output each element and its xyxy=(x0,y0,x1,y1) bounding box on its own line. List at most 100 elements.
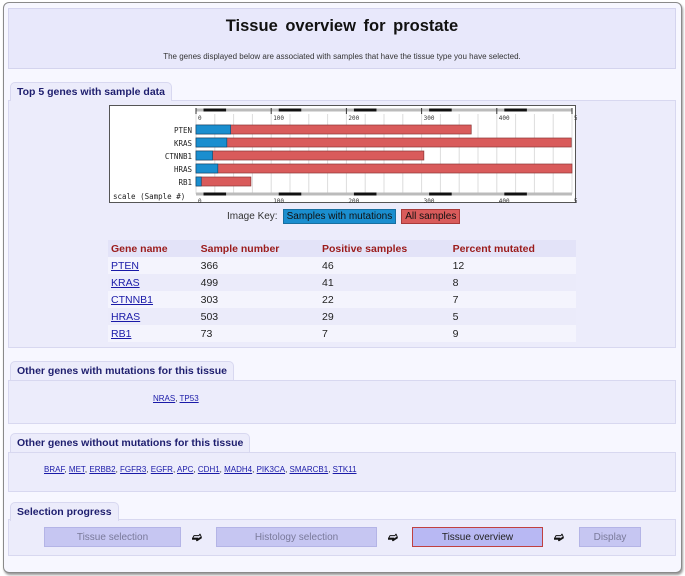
gene-link-cdh1[interactable]: CDH1 xyxy=(198,465,220,474)
category-label: RB1 xyxy=(178,178,192,187)
bar-all-samples xyxy=(195,137,572,148)
gene-link-hras[interactable]: HRAS xyxy=(111,311,140,323)
top-tick-label: 500 xyxy=(574,115,577,122)
header-gene-name: Gene name xyxy=(108,240,198,257)
bar-samples-with-mutations xyxy=(195,137,228,148)
double-arrow-right-icon: ➫ xyxy=(554,530,565,544)
bar-all-samples xyxy=(195,176,252,187)
gene-cell: PTEN xyxy=(108,257,198,274)
step-label: Histology selection xyxy=(254,531,339,543)
positive-samples-cell: 7 xyxy=(319,325,450,342)
gene-link-erbb2[interactable]: ERBB2 xyxy=(89,465,115,474)
image-key: Image Key: Samples with mutations All sa… xyxy=(227,209,461,224)
double-arrow-right-icon: ➫ xyxy=(388,530,399,544)
key-all-swatch: All samples xyxy=(401,209,461,224)
bottom-tick-label: 0 xyxy=(198,198,202,204)
percent-mutated-cell: 9 xyxy=(449,325,576,342)
bottom-tick-label: 100 xyxy=(273,198,284,204)
sample-bar-chart: 0 0 100 100 200 200 300 300 400 400 500 500 PTEN KRAS… xyxy=(109,105,577,204)
category-label: CTNNB1 xyxy=(165,152,192,161)
category-label: HRAS xyxy=(174,165,193,174)
step-display[interactable]: Display xyxy=(579,527,641,547)
positive-samples-cell: 29 xyxy=(319,308,450,325)
gene-link-rb1[interactable]: RB1 xyxy=(111,328,131,340)
percent-mutated-cell: 8 xyxy=(449,274,576,291)
table-row: KRAS 499 41 8 xyxy=(108,274,576,291)
bar-samples-with-mutations xyxy=(195,163,219,174)
genes-table: Gene name Sample number Positive samples… xyxy=(108,240,576,342)
gene-link-nras[interactable]: NRAS xyxy=(153,394,175,403)
gene-link-egfr[interactable]: EGFR xyxy=(151,465,173,474)
step-label: Tissue overview xyxy=(441,531,514,543)
bottom-tick-label: 200 xyxy=(348,198,359,204)
bar-all-samples xyxy=(195,124,472,135)
top-tick-label: 400 xyxy=(499,115,510,122)
bar-all-samples xyxy=(195,163,573,174)
gene-cell: RB1 xyxy=(108,325,198,342)
bar-samples-with-mutations xyxy=(195,176,202,187)
category-label: PTEN xyxy=(174,126,192,135)
gene-link-fgfr3[interactable]: FGFR3 xyxy=(120,465,146,474)
gene-link-tp53[interactable]: TP53 xyxy=(180,394,199,403)
sample-number-cell: 73 xyxy=(197,325,319,342)
gene-link-apc[interactable]: APC xyxy=(177,465,193,474)
gene-link-ctnnb1[interactable]: CTNNB1 xyxy=(111,294,153,306)
step-histology-selection[interactable]: Histology selection xyxy=(216,527,377,547)
bar-all-samples xyxy=(195,150,425,161)
gene-link-met[interactable]: MET xyxy=(69,465,85,474)
bottom-tick-label: 300 xyxy=(424,198,435,204)
x-axis-label: scale (Sample #) xyxy=(113,192,185,201)
percent-mutated-cell: 7 xyxy=(449,291,576,308)
percent-mutated-cell: 5 xyxy=(449,308,576,325)
positive-samples-cell: 41 xyxy=(319,274,450,291)
sample-number-cell: 303 xyxy=(197,291,319,308)
other-without-links: BRAF, MET, ERBB2, FGFR3, EGFR, APC, CDH1… xyxy=(44,465,357,474)
table-header-row: Gene name Sample number Positive samples… xyxy=(108,240,576,257)
page-subtitle: The genes displayed below are associated… xyxy=(163,52,521,61)
gene-link-smarcb1[interactable]: SMARCB1 xyxy=(290,465,329,474)
page-title: Tissue overview for prostate xyxy=(225,17,459,35)
gene-link-pten[interactable]: PTEN xyxy=(111,260,139,272)
key-mutations-swatch: Samples with mutations xyxy=(282,209,397,224)
top-tick-label: 300 xyxy=(424,115,435,122)
table-row: PTEN 366 46 12 xyxy=(108,257,576,274)
gene-cell: CTNNB1 xyxy=(108,291,198,308)
top-tick-label: 100 xyxy=(273,115,284,122)
sample-number-cell: 503 xyxy=(197,308,319,325)
bottom-tick-label: 500 xyxy=(574,198,577,204)
other-with-panel xyxy=(8,380,676,424)
image-key-label: Image Key: xyxy=(227,211,278,222)
gene-cell: HRAS xyxy=(108,308,198,325)
gene-link-stk11[interactable]: STK11 xyxy=(333,465,357,474)
sample-number-cell: 366 xyxy=(197,257,319,274)
chart-svg: 0 0 100 100 200 200 300 300 400 400 500 500 PTEN KRAS… xyxy=(113,108,577,204)
table-row: HRAS 503 29 5 xyxy=(108,308,576,325)
header-sample-number: Sample number xyxy=(197,240,319,257)
step-label: Display xyxy=(593,531,627,543)
step-label: Tissue selection xyxy=(76,531,149,543)
step-tissue-overview[interactable]: Tissue overview xyxy=(412,527,543,547)
top-tick-label: 0 xyxy=(198,115,202,122)
top-tick-label: 200 xyxy=(348,115,359,122)
top-genes-tab: Top 5 genes with sample data xyxy=(10,82,173,101)
gene-link-braf[interactable]: BRAF xyxy=(44,465,64,474)
gene-cell: KRAS xyxy=(108,274,198,291)
table-row: RB1 73 7 9 xyxy=(108,325,576,342)
gene-link-kras[interactable]: KRAS xyxy=(111,277,140,289)
page-header: Tissue overview for prostate The genes d… xyxy=(8,8,676,69)
gene-link-madh4[interactable]: MADH4 xyxy=(224,465,252,474)
header-positive-samples: Positive samples xyxy=(319,240,450,257)
positive-samples-cell: 46 xyxy=(319,257,450,274)
category-label: KRAS xyxy=(174,139,193,148)
gene-link-pik3ca[interactable]: PIK3CA xyxy=(257,465,285,474)
table-row: CTNNB1 303 22 7 xyxy=(108,291,576,308)
percent-mutated-cell: 12 xyxy=(449,257,576,274)
progress-tab: Selection progress xyxy=(10,502,119,521)
bar-samples-with-mutations xyxy=(195,150,213,161)
step-tissue-selection[interactable]: Tissue selection xyxy=(44,527,181,547)
double-arrow-right-icon: ➫ xyxy=(192,530,203,544)
header-percent-mutated: Percent mutated xyxy=(449,240,576,257)
other-without-tab: Other genes without mutations for this t… xyxy=(10,433,251,452)
other-with-links: NRAS, TP53 xyxy=(153,394,199,403)
bar-samples-with-mutations xyxy=(195,124,231,135)
